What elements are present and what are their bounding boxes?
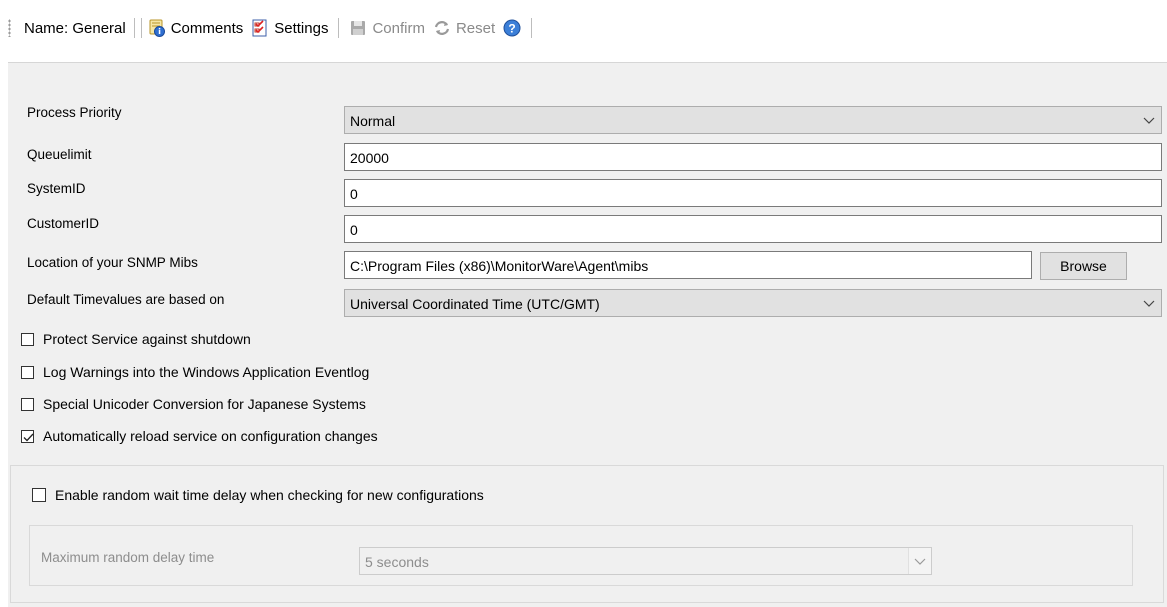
settings-button-label: Settings [274, 19, 329, 37]
random-wait-label: Enable random wait time delay when check… [55, 487, 484, 503]
chevron-down-icon [1143, 117, 1155, 124]
comments-button[interactable]: Comments [144, 19, 248, 37]
auto-reload-checkbox[interactable] [21, 429, 34, 443]
timevalues-value: Universal Coordinated Time (UTC/GMT) [350, 296, 600, 312]
random-wait-checkbox-row[interactable]: Enable random wait time delay when check… [32, 487, 484, 503]
system-id-input[interactable]: 0 [344, 179, 1162, 207]
toolbar-grip-icon[interactable] [8, 19, 11, 37]
random-wait-checkbox[interactable] [32, 488, 46, 502]
comments-icon [148, 19, 166, 37]
toolbar-separator [133, 18, 135, 38]
protect-service-checkbox[interactable] [21, 332, 34, 346]
name-label: Name: General [24, 19, 126, 37]
settings-checklist-icon [251, 19, 269, 37]
reset-button-label: Reset [455, 19, 496, 37]
checkmark-icon [23, 433, 34, 441]
unicode-conversion-checkbox-row[interactable]: Special Unicoder Conversion for Japanese… [21, 396, 366, 412]
system-id-label: SystemID [27, 181, 86, 196]
comments-button-label: Comments [170, 19, 244, 37]
log-warnings-checkbox[interactable] [21, 365, 34, 379]
log-warnings-label: Log Warnings into the Windows Applicatio… [43, 364, 370, 380]
snmp-mibs-label: Location of your SNMP Mibs [27, 255, 198, 270]
process-priority-select[interactable]: Normal [344, 106, 1162, 134]
svg-text:?: ? [508, 22, 515, 36]
auto-reload-checkbox-row[interactable]: Automatically reload service on configur… [21, 428, 378, 444]
queuelimit-label: Queuelimit [27, 147, 92, 162]
toolbar-row: Name: General Comments Settings Confirm … [8, 16, 538, 40]
protect-service-label: Protect Service against shutdown [43, 331, 251, 347]
browse-button[interactable]: Browse [1040, 252, 1127, 280]
help-button[interactable]: ? [499, 19, 525, 37]
unicode-conversion-label: Special Unicoder Conversion for Japanese… [43, 396, 366, 412]
max-random-delay-select[interactable]: 5 seconds [359, 547, 932, 575]
help-icon: ? [503, 19, 521, 37]
log-warnings-checkbox-row[interactable]: Log Warnings into the Windows Applicatio… [21, 364, 369, 380]
confirm-button[interactable]: Confirm [345, 19, 429, 37]
snmp-mibs-path-input[interactable]: C:\Program Files (x86)\MonitorWare\Agent… [344, 251, 1032, 279]
unicode-conversion-checkbox[interactable] [21, 397, 34, 411]
chevron-down-icon [1143, 300, 1155, 307]
settings-button[interactable]: Settings [247, 19, 332, 37]
reset-arrows-icon [433, 19, 451, 37]
save-disk-icon [349, 19, 367, 37]
general-settings-panel: Process Priority Normal Queuelimit 20000… [8, 62, 1167, 607]
max-random-delay-label: Maximum random delay time [41, 550, 215, 565]
toolbar-separator [140, 18, 142, 38]
timevalues-label: Default Timevalues are based on [27, 292, 225, 307]
auto-reload-label: Automatically reload service on configur… [43, 428, 378, 444]
customer-id-label: CustomerID [27, 216, 100, 231]
max-random-delay-value: 5 seconds [365, 554, 429, 570]
customer-id-input[interactable]: 0 [344, 215, 1162, 243]
toolbar: Name: General Comments Settings Confirm … [0, 0, 1167, 60]
toolbar-separator [531, 18, 533, 38]
process-priority-label: Process Priority [27, 105, 122, 120]
queuelimit-input[interactable]: 20000 [344, 143, 1162, 171]
protect-service-checkbox-row[interactable]: Protect Service against shutdown [21, 331, 251, 347]
chevron-down-icon [914, 558, 926, 565]
timevalues-select[interactable]: Universal Coordinated Time (UTC/GMT) [344, 289, 1162, 317]
reset-button[interactable]: Reset [429, 19, 499, 37]
process-priority-value: Normal [350, 113, 396, 129]
toolbar-separator [338, 18, 340, 38]
confirm-button-label: Confirm [372, 19, 425, 37]
